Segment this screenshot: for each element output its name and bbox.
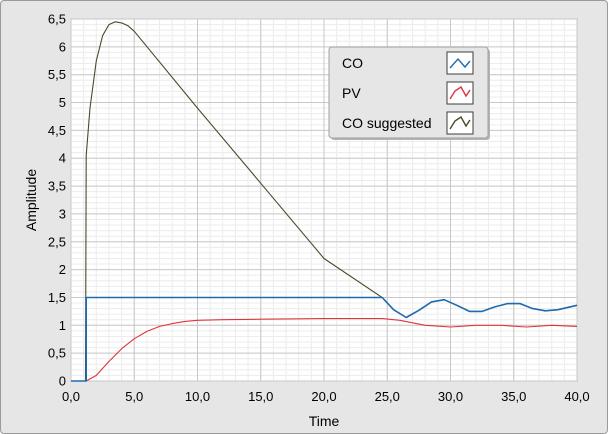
x-tick-label: 0,0	[62, 389, 80, 404]
y-tick-label: 1,5	[48, 290, 66, 305]
y-tick-label: 2	[59, 262, 66, 277]
legend-item-label: CO suggested	[342, 115, 432, 131]
x-tick-label: 15,0	[248, 389, 273, 404]
legend-swatch	[446, 81, 474, 105]
legend-item-label: PV	[342, 85, 361, 101]
y-tick-label: 6	[59, 39, 66, 54]
legend-item-label: CO	[342, 55, 363, 71]
x-tick-label: 20,0	[311, 389, 336, 404]
y-tick-label: 3,5	[48, 179, 66, 194]
y-tick-label: 0	[59, 374, 66, 389]
x-tick-label: 35,0	[501, 389, 526, 404]
y-tick-label: 2,5	[48, 234, 66, 249]
x-tick-label: 40,0	[564, 389, 589, 404]
x-tick-label: 25,0	[375, 389, 400, 404]
y-tick-label: 1	[59, 318, 66, 333]
y-tick-label: 6,5	[48, 12, 66, 27]
y-tick-label: 0,5	[48, 346, 66, 361]
legend-item[interactable]: CO suggested	[342, 111, 474, 135]
y-tick-label: 5,5	[48, 67, 66, 82]
y-tick-label: 4,5	[48, 123, 66, 138]
x-axis-label: Time	[309, 413, 340, 429]
x-tick-label: 30,0	[438, 389, 463, 404]
y-axis-label: Amplitude	[23, 169, 39, 231]
x-tick-label: 5,0	[125, 389, 143, 404]
y-tick-label: 5	[59, 95, 66, 110]
y-axis-ticks: 0 0,5 1 1,5 2 2,5 3 3,5 4 4,5 5 5,5 6 6,5	[48, 12, 66, 389]
y-tick-label: 4	[59, 151, 66, 166]
y-tick-label: 3	[59, 206, 66, 221]
x-axis-ticks: 0,0 5,0 10,0 15,0 20,0 25,0 30,0 35,0 40,0	[62, 389, 590, 404]
plot-legend[interactable]: CO PV CO suggested	[328, 46, 490, 140]
waveform-chart: 0,0 5,0 10,0 15,0 20,0 25,0 30,0 35,0 40,0 0 0,5 1…	[23, 12, 590, 430]
legend-swatch	[446, 111, 474, 135]
x-tick-label: 10,0	[185, 389, 210, 404]
